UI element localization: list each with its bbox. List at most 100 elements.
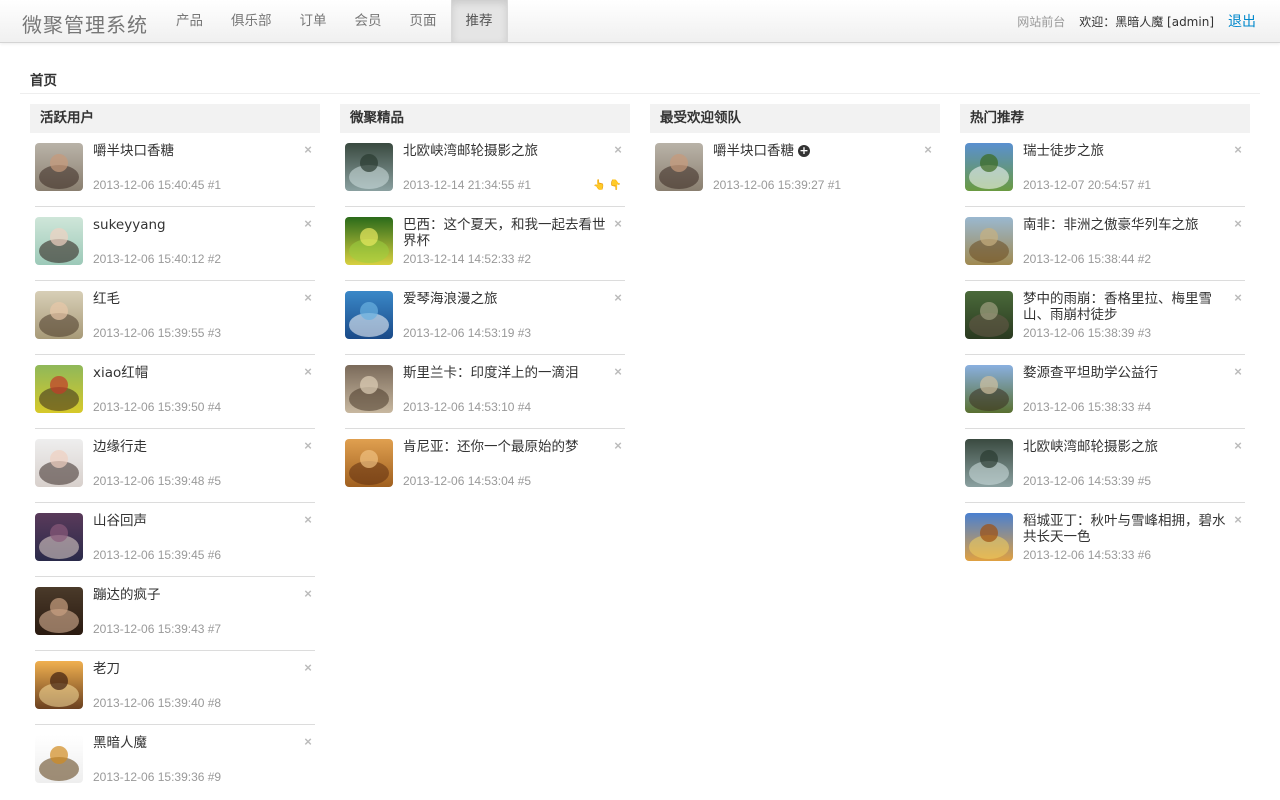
breadcrumb[interactable]: 首页 [30,69,57,89]
item-thumbnail[interactable] [345,439,393,487]
item-title[interactable]: 嚼半块口香糖 [93,143,308,159]
item-title-text[interactable]: 嚼半块口香糖 [713,143,794,159]
close-icon[interactable]: × [611,365,625,379]
item-title-text[interactable]: 蹦达的疯子 [93,587,161,603]
close-icon[interactable]: × [301,661,315,675]
item-title[interactable]: 巴西：这个夏天，和我一起去看世界杯 [403,217,618,249]
nav-item-orders[interactable]: 订单 [286,0,341,42]
front-site-link[interactable]: 网站前台 [1017,13,1065,30]
item-title[interactable]: 南非：非洲之傲豪华列车之旅 [1023,217,1238,233]
brand-logo[interactable]: 微聚管理系统 [22,9,148,38]
item-title[interactable]: 老刀 [93,661,308,677]
item-title[interactable]: 红毛 [93,291,308,307]
item-thumbnail[interactable] [345,291,393,339]
close-icon[interactable]: × [611,439,625,453]
item-title-text[interactable]: xiao红帽 [93,365,148,381]
item-title-text[interactable]: 老刀 [93,661,120,677]
item-title-text[interactable]: 红毛 [93,291,120,307]
item-title[interactable]: 山谷回声 [93,513,308,529]
close-icon[interactable]: × [1231,143,1245,157]
item-thumbnail[interactable] [345,365,393,413]
item-thumbnail[interactable] [345,217,393,265]
item-title[interactable]: 嚼半块口香糖 + [713,143,928,159]
item-title[interactable]: 梦中的雨崩：香格里拉、梅里雪山、雨崩村徒步 [1023,291,1238,323]
item-title-text[interactable]: 边缘行走 [93,439,147,455]
item-thumbnail[interactable] [35,439,83,487]
item-thumbnail[interactable] [965,291,1013,339]
close-icon[interactable]: × [1231,513,1245,527]
item-title-text[interactable]: 稻城亚丁：秋叶与雪峰相拥，碧水共长天一色 [1023,513,1226,545]
item-title-text[interactable]: 嚼半块口香糖 [93,143,174,159]
item-title-text[interactable]: 南非：非洲之傲豪华列车之旅 [1023,217,1199,233]
item-title-text[interactable]: 婺源查平坦助学公益行 [1023,365,1158,381]
item-title-text[interactable]: 北欧峡湾邮轮摄影之旅 [1023,439,1158,455]
item-thumbnail[interactable] [35,365,83,413]
plus-circle-icon[interactable]: + [798,145,810,157]
close-icon[interactable]: × [611,217,625,231]
item-thumbnail[interactable] [965,143,1013,191]
item-title-text[interactable]: 肯尼亚：还你一个最原始的梦 [403,439,579,455]
item-title[interactable]: 稻城亚丁：秋叶与雪峰相拥，碧水共长天一色 [1023,513,1238,545]
item-title-text[interactable]: 爱琴海浪漫之旅 [403,291,498,307]
item-meta: 2013-12-06 15:39:43 #7 [93,622,222,636]
item-title-text[interactable]: 黑暗人魔 [93,735,147,751]
close-icon[interactable]: × [611,143,625,157]
item-title-text[interactable]: 瑞士徒步之旅 [1023,143,1104,159]
close-icon[interactable]: × [301,143,315,157]
item-thumbnail[interactable] [965,365,1013,413]
item-thumbnail[interactable] [965,439,1013,487]
item-thumbnail[interactable] [35,661,83,709]
item-thumbnail[interactable] [35,735,83,783]
nav-item-products[interactable]: 产品 [162,0,217,42]
item-title-text[interactable]: sukeyyang [93,217,166,233]
item-thumbnail[interactable] [35,291,83,339]
item-thumbnail[interactable] [965,513,1013,561]
item-title[interactable]: 肯尼亚：还你一个最原始的梦 [403,439,618,455]
item-title-text[interactable]: 北欧峡湾邮轮摄影之旅 [403,143,538,159]
item-title-text[interactable]: 斯里兰卡：印度洋上的一滴泪 [403,365,579,381]
close-icon[interactable]: × [1231,365,1245,379]
item-title[interactable]: xiao红帽 [93,365,308,381]
nav-item-recommend[interactable]: 推荐 [450,0,508,42]
item-thumbnail[interactable] [655,143,703,191]
close-icon[interactable]: × [301,217,315,231]
item-thumbnail[interactable] [965,217,1013,265]
close-icon[interactable]: × [1231,217,1245,231]
item-title[interactable]: 北欧峡湾邮轮摄影之旅 [403,143,618,159]
item-thumbnail[interactable] [345,143,393,191]
close-icon[interactable]: × [1231,291,1245,305]
item-title[interactable]: 蹦达的疯子 [93,587,308,603]
list-item: 瑞士徒步之旅 2013-12-07 20:54:57 #1 × [965,133,1245,207]
item-title-text[interactable]: 梦中的雨崩：香格里拉、梅里雪山、雨崩村徒步 [1023,291,1212,323]
item-title[interactable]: sukeyyang [93,217,308,233]
item-title-text[interactable]: 山谷回声 [93,513,147,529]
thumb-down-icon[interactable]: 👇 [609,179,621,193]
item-thumbnail[interactable] [35,587,83,635]
item-title[interactable]: 边缘行走 [93,439,308,455]
nav-item-members[interactable]: 会员 [341,0,396,42]
item-title[interactable]: 爱琴海浪漫之旅 [403,291,618,307]
close-icon[interactable]: × [301,587,315,601]
item-title[interactable]: 北欧峡湾邮轮摄影之旅 [1023,439,1238,455]
item-thumbnail[interactable] [35,143,83,191]
close-icon[interactable]: × [611,291,625,305]
item-title[interactable]: 婺源查平坦助学公益行 [1023,365,1238,381]
item-title[interactable]: 黑暗人魔 [93,735,308,751]
item-title[interactable]: 瑞士徒步之旅 [1023,143,1238,159]
nav-item-clubs[interactable]: 俱乐部 [217,0,286,42]
item-thumbnail[interactable] [35,513,83,561]
nav-item-pages[interactable]: 页面 [396,0,451,42]
close-icon[interactable]: × [301,439,315,453]
close-icon[interactable]: × [301,513,315,527]
list-item: 黑暗人魔 2013-12-06 15:39:36 #9 × [35,725,315,799]
thumb-up-icon[interactable]: 👆 [593,179,605,193]
logout-link[interactable]: 退出 [1228,11,1256,31]
item-title-text[interactable]: 巴西：这个夏天，和我一起去看世界杯 [403,217,606,249]
close-icon[interactable]: × [301,735,315,749]
close-icon[interactable]: × [301,291,315,305]
item-title[interactable]: 斯里兰卡：印度洋上的一滴泪 [403,365,618,381]
item-thumbnail[interactable] [35,217,83,265]
close-icon[interactable]: × [1231,439,1245,453]
close-icon[interactable]: × [921,143,935,157]
close-icon[interactable]: × [301,365,315,379]
